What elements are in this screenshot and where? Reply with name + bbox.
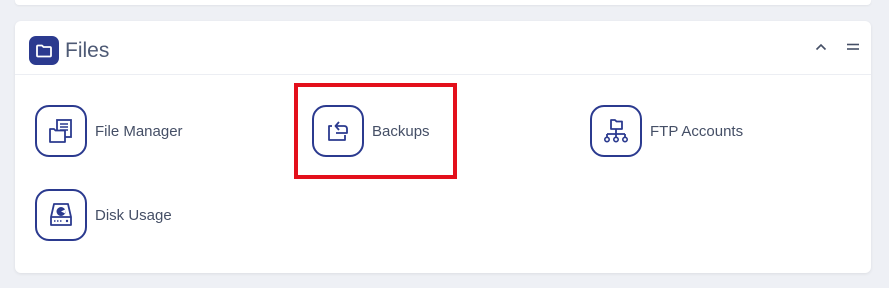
highlight-box (294, 83, 457, 179)
panel-header: Files (15, 21, 871, 75)
folder-icon (29, 36, 59, 65)
tool-label: File Manager (95, 122, 183, 140)
tool-label: FTP Accounts (650, 122, 744, 140)
menu-icon[interactable] (845, 39, 861, 55)
chevron-up-icon[interactable] (813, 39, 829, 55)
previous-panel (15, 0, 871, 5)
file-manager-icon (35, 105, 87, 157)
disk-icon (35, 189, 87, 241)
tool-ftp-accounts[interactable]: FTP Accounts (590, 105, 743, 157)
tool-disk-usage[interactable]: Disk Usage (35, 189, 172, 241)
ftp-network-icon (590, 105, 642, 157)
panel-title: Files (65, 39, 110, 62)
tool-file-manager[interactable]: File Manager (35, 105, 183, 157)
tool-label: Disk Usage (95, 206, 172, 224)
